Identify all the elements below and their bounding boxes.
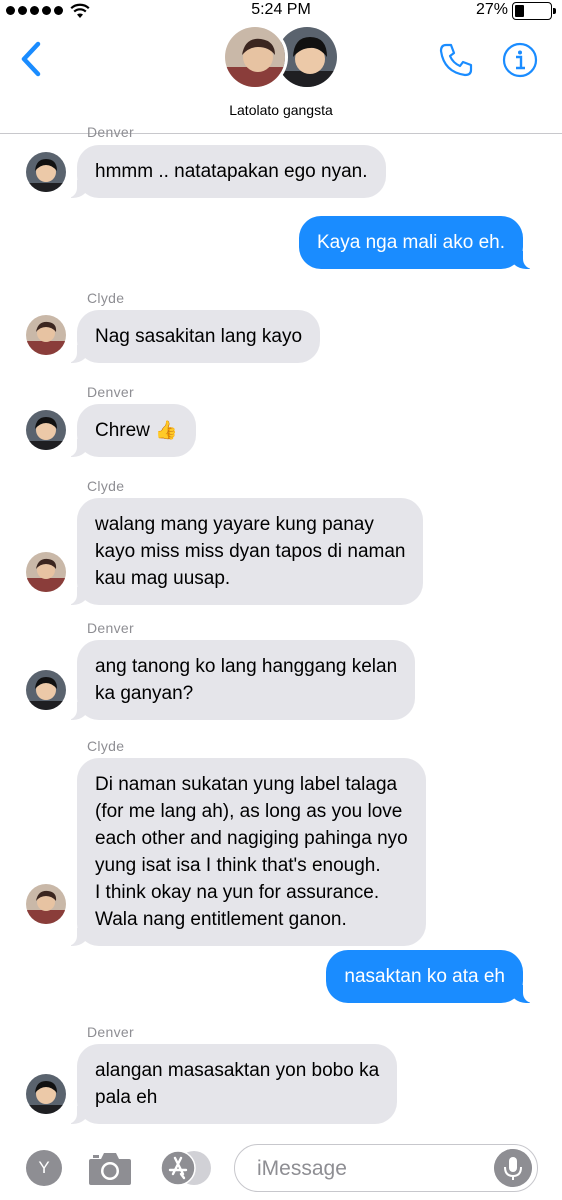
battery-percent: 27% xyxy=(475,1,508,18)
avatar[interactable] xyxy=(26,152,66,192)
avatar[interactable] xyxy=(26,1074,66,1114)
avatar[interactable] xyxy=(26,884,66,924)
compose-bar: Y iMessage xyxy=(0,1136,562,1200)
sender-name: Clyde xyxy=(87,478,125,494)
back-chevron-icon[interactable] xyxy=(18,40,44,78)
message-bubble[interactable]: walang mang yayare kung panay kayo miss … xyxy=(66,498,424,605)
message-bubble[interactable]: Chrew 👍 xyxy=(67,404,196,457)
avatar xyxy=(222,24,288,90)
group-avatars[interactable] xyxy=(220,22,342,94)
sender-name: Clyde xyxy=(87,738,125,754)
message-bubble[interactable]: Kaya nga mali ako eh. xyxy=(298,216,534,269)
message-bubble[interactable]: Di naman sukatan yung label talaga (for … xyxy=(67,758,426,946)
app-store-icon[interactable] xyxy=(160,1150,212,1186)
phone-icon[interactable] xyxy=(438,42,474,78)
message-bubble[interactable]: alangan masasaktan yon bobo ka pala eh xyxy=(66,1044,398,1124)
avatar[interactable] xyxy=(26,410,66,450)
thumbs-up-icon: 👍 xyxy=(155,420,178,440)
camera-icon[interactable] xyxy=(88,1150,132,1186)
message-bubble[interactable]: ang tanong ko lang hanggang kelan ka gan… xyxy=(66,640,416,720)
sender-name: Denver xyxy=(87,620,134,636)
battery-icon xyxy=(512,2,556,20)
message-input[interactable]: iMessage xyxy=(234,1144,538,1192)
info-icon[interactable] xyxy=(502,42,538,78)
message-bubble[interactable]: nasaktan ko ata eh xyxy=(326,950,533,1003)
y-app-button[interactable]: Y xyxy=(26,1150,62,1186)
message-bubble[interactable]: Nag sasakitan lang kayo xyxy=(66,310,321,363)
sender-name: Clyde xyxy=(87,290,125,306)
avatar[interactable] xyxy=(26,315,66,355)
status-bar: 5:24 PM 27% xyxy=(0,0,562,22)
message-input-placeholder: iMessage xyxy=(257,1157,347,1180)
conversation-header: Latolato gangsta xyxy=(0,22,562,134)
message-bubble[interactable]: hmmm .. natatapakan ego nyan. xyxy=(67,145,386,198)
avatar[interactable] xyxy=(26,670,66,710)
sender-name: Denver xyxy=(87,124,134,140)
sender-name: Denver xyxy=(87,384,134,400)
conversation-title[interactable]: Latolato gangsta xyxy=(0,102,562,118)
sender-name: Denver xyxy=(87,1024,134,1040)
avatar[interactable] xyxy=(26,552,66,592)
microphone-icon[interactable] xyxy=(494,1149,532,1187)
